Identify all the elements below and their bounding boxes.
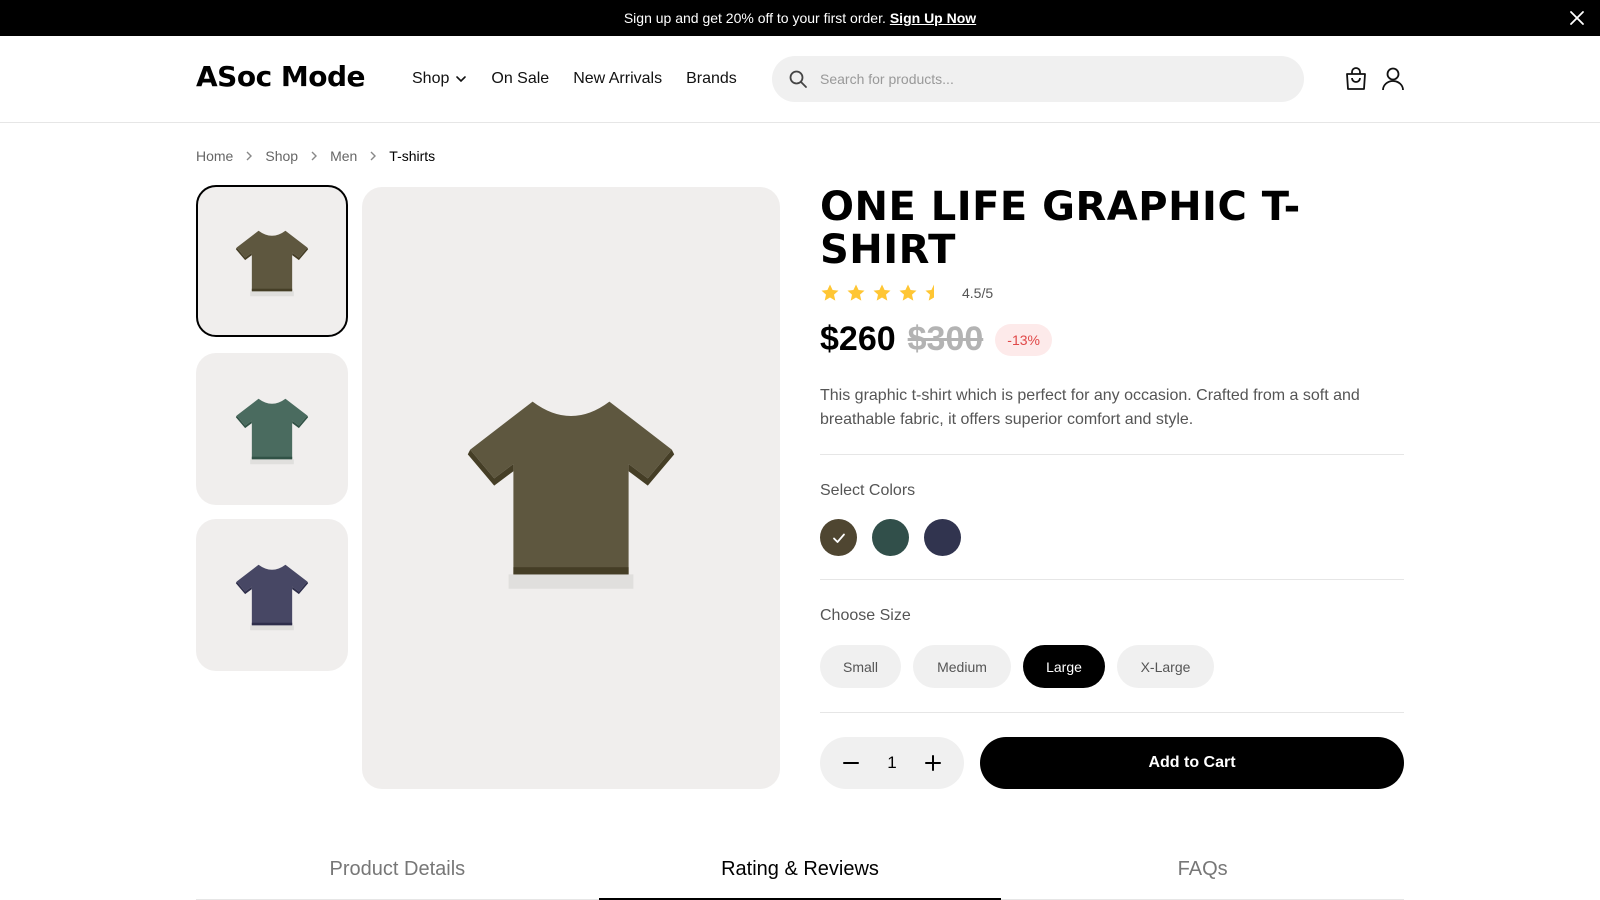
promo-text: Sign up and get 20% off to your first or… [623, 10, 886, 26]
thumbnail-navy[interactable] [196, 519, 348, 671]
search-input[interactable] [820, 71, 1280, 87]
add-to-cart-button[interactable]: Add to Cart [980, 737, 1404, 789]
product-description: This graphic t-shirt which is perfect fo… [820, 387, 1360, 428]
tshirt-image [235, 230, 309, 297]
price-row: $260 $300 -13% [820, 320, 1052, 359]
breadcrumb: Home Shop Men T-shirts [196, 148, 435, 164]
tab-faqs[interactable]: FAQs [1001, 846, 1405, 900]
divider [820, 454, 1404, 455]
color-swatch-olive[interactable] [820, 519, 857, 556]
product-tabs: Product Details Rating & Reviews FAQs [196, 846, 1405, 900]
tshirt-image-large [467, 401, 675, 589]
search-bar [772, 56, 1304, 102]
star-icon [899, 284, 917, 301]
choose-size-label: Choose Size [820, 607, 911, 624]
sign-up-link[interactable]: Sign Up Now [890, 10, 976, 26]
nav-shop[interactable]: Shop [412, 70, 467, 88]
star-icon [847, 284, 865, 301]
plus-icon[interactable] [924, 754, 942, 772]
search-icon [789, 70, 807, 88]
breadcrumb-home[interactable]: Home [196, 148, 233, 164]
rating-value: 4.5/5 [962, 285, 994, 301]
divider [820, 712, 1404, 713]
star-icon [873, 284, 891, 301]
product-title: ONE LIFE GRAPHIC T-SHIRT [820, 184, 1301, 273]
size-xlarge-button[interactable]: X-Large [1117, 645, 1214, 688]
star-icon [821, 284, 839, 301]
nav-shop-label: Shop [412, 70, 450, 87]
nav-brands[interactable]: Brands [686, 70, 737, 88]
nav-new-arrivals[interactable]: New Arrivals [573, 70, 662, 88]
breadcrumb-tshirts[interactable]: T-shirts [389, 148, 435, 164]
current-price: $260 [820, 320, 896, 358]
thumbnail-olive[interactable] [196, 185, 348, 337]
main-nav: Shop On Sale New Arrivals Brands [412, 70, 737, 88]
quantity-value: 1 [887, 753, 897, 772]
site-header: ASoc Mode Shop On Sale New Arrivals Bran… [0, 36, 1600, 123]
chevron-right-icon [245, 150, 253, 162]
size-medium-button[interactable]: Medium [913, 645, 1011, 688]
close-icon[interactable] [1568, 9, 1586, 27]
breadcrumb-men[interactable]: Men [330, 148, 357, 164]
discount-badge: -13% [995, 323, 1052, 356]
tshirt-image [235, 564, 309, 631]
rating-row: 4.5/5 [820, 283, 993, 303]
size-small-button[interactable]: Small [820, 645, 901, 688]
chevron-right-icon [310, 150, 318, 162]
original-price: $300 [907, 320, 984, 358]
rating-stars [820, 283, 944, 303]
check-icon [832, 533, 845, 543]
quantity-stepper: 1 [820, 737, 964, 789]
minus-icon[interactable] [842, 754, 860, 772]
size-large-button[interactable]: Large [1023, 645, 1105, 688]
tshirt-image [235, 398, 309, 465]
user-icon[interactable] [1380, 66, 1406, 92]
thumbnail-green[interactable] [196, 353, 348, 505]
color-swatch-green[interactable] [872, 519, 909, 556]
promo-bar: Sign up and get 20% off to your first or… [0, 0, 1600, 36]
nav-on-sale[interactable]: On Sale [491, 70, 549, 88]
chevron-right-icon [369, 150, 377, 162]
tab-rating-reviews[interactable]: Rating & Reviews [598, 846, 1002, 900]
main-product-image [362, 187, 780, 789]
breadcrumb-shop[interactable]: Shop [265, 148, 298, 164]
cart-icon[interactable] [1343, 66, 1369, 92]
select-colors-label: Select Colors [820, 482, 916, 499]
chevron-down-icon [456, 76, 467, 83]
divider [820, 579, 1404, 580]
logo[interactable]: ASoc Mode [196, 60, 366, 93]
tab-product-details[interactable]: Product Details [196, 846, 599, 900]
color-swatch-navy[interactable] [924, 519, 961, 556]
star-half-icon [925, 284, 934, 301]
